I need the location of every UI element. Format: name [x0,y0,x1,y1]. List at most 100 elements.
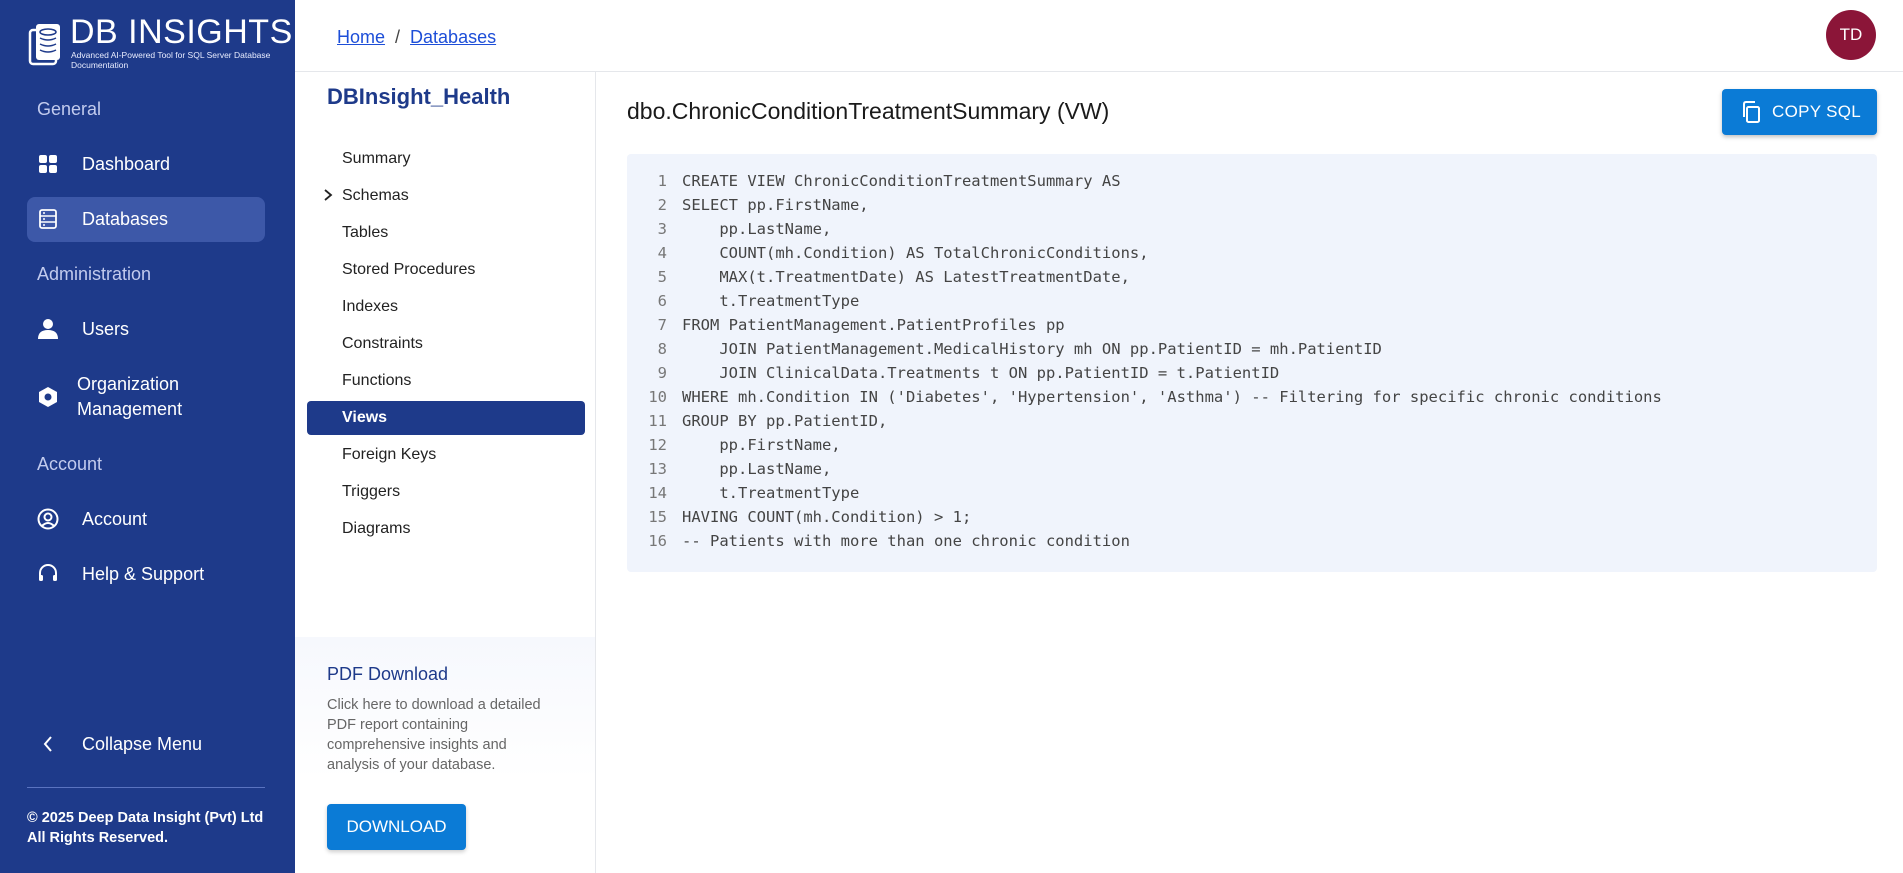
user-icon [37,318,59,340]
subnav-item-label: Views [342,409,388,426]
subnav-item-label: Tables [342,224,389,241]
subnav-item-triggers[interactable]: Triggers [307,475,585,509]
sql-code-block[interactable]: 1 CREATE VIEW ChronicConditionTreatmentSu… [627,154,1877,572]
brand-tagline: Advanced AI-Powered Tool for SQL Server … [71,50,271,70]
subnav-item-foreign-keys[interactable]: Foreign Keys [307,438,585,472]
line-number: 9 [657,364,667,382]
code-text: SELECT pp.FirstName, [682,196,869,214]
code-text: FROM PatientManagement.PatientProfiles p… [682,316,1065,334]
section-label-general: General [37,99,102,119]
code-line: 15 HAVING COUNT(mh.Condition) > 1; [627,505,1877,529]
app-logo[interactable]: DB INSIGHTS Advanced AI-Powered Tool for… [28,14,292,70]
code-line: 2 SELECT pp.FirstName, [627,193,1877,217]
line-number: 3 [657,220,667,238]
subnav-item-schemas[interactable]: Schemas [307,179,585,213]
code-line: 1 CREATE VIEW ChronicConditionTreatmentSu… [627,169,1877,193]
code-text: pp.LastName, [682,460,832,478]
code-line: 14 t.TreatmentType [627,481,1877,505]
copyright-line1: © 2025 Deep Data Insight (Pvt) Ltd [27,810,264,826]
subnav-item-tables[interactable]: Tables [307,216,585,250]
subnav-item-diagrams[interactable]: Diagrams [307,512,585,546]
copyright: © 2025 Deep Data Insight (Pvt) Ltd All R… [27,808,263,848]
line-number: 16 [648,532,667,550]
top-header: Home / Databases TD [295,0,1903,72]
code-text: t.TreatmentType [682,292,860,310]
pdf-download-description: Click here to download a detailed PDF re… [327,697,541,773]
section-label-account: Account [37,454,103,474]
subnav-item-stored-procedures[interactable]: Stored Procedures [307,253,585,287]
copyright-line2: All Rights Reserved. [27,830,169,846]
download-button[interactable]: DOWNLOAD [327,804,466,850]
subnav-item-label: Stored Procedures [342,261,476,278]
code-text: JOIN ClinicalData.Treatments t ON pp.Pat… [682,364,1280,382]
chevron-right-icon[interactable] [321,187,335,203]
sidebar-item-help-support[interactable]: Help & Support [27,552,265,597]
account-circle-icon [37,508,59,530]
line-number: 14 [648,484,667,502]
sidebar-item-label-line1: Organization [77,374,180,394]
subnav-item-indexes[interactable]: Indexes [307,290,585,324]
sidebar-item-label: Users [82,319,130,339]
subnav-item-label: Summary [342,150,411,167]
collapse-menu-button[interactable]: Collapse Menu [27,722,265,767]
line-number: 11 [648,412,667,430]
sidebar-item-users[interactable]: Users [27,307,265,352]
line-number: 7 [657,316,667,334]
code-line: 10 WHERE mh.Condition IN ('Diabetes', 'Hy… [627,385,1877,409]
sidebar-divider [27,787,265,788]
breadcrumb: Home / Databases [337,27,496,48]
sidebar-item-label: Databases [82,209,169,229]
subnav-item-constraints[interactable]: Constraints [307,327,585,361]
code-text: t.TreatmentType [682,484,860,502]
brand-name: DB INSIGHTS [70,13,293,51]
sidebar-item-dashboard[interactable]: Dashboard [27,142,265,187]
code-line: 13 pp.LastName, [627,457,1877,481]
subnav-item-label: Indexes [342,298,399,315]
code-text: MAX(t.TreatmentDate) AS LatestTreatmentD… [682,268,1130,286]
line-number: 15 [648,508,667,526]
line-number: 1 [657,172,667,190]
database-icon [37,208,59,230]
dashboard-icon [37,153,59,175]
line-number: 4 [657,244,667,262]
breadcrumb-databases-link[interactable]: Databases [410,27,496,47]
sidebar-item-label: Help & Support [82,564,205,584]
breadcrumb-home-link[interactable]: Home [337,27,385,47]
sidebar-item-databases[interactable]: Databases [27,197,265,242]
code-line: 12 pp.FirstName, [627,433,1877,457]
code-line: 11 GROUP BY pp.PatientID, [627,409,1877,433]
code-line: 5 MAX(t.TreatmentDate) AS LatestTreatmen… [627,265,1877,289]
line-number: 13 [648,460,667,478]
sidebar-item-label-line2: Management [77,399,183,419]
code-line: 3 pp.LastName, [627,217,1877,241]
headset-icon [37,563,59,585]
line-number: 8 [657,340,667,358]
code-text: CREATE VIEW ChronicConditionTreatmentSum… [682,172,1121,190]
code-text: JOIN PatientManagement.MedicalHistory mh… [682,340,1382,358]
sidebar-item-label: Collapse Menu [82,734,203,754]
view-title: dbo.ChronicConditionTreatmentSummary (VW… [627,98,1110,124]
code-line: 6 t.TreatmentType [627,289,1877,313]
subnav-item-summary[interactable]: Summary [307,142,585,176]
sidebar-item-label: Dashboard [82,154,171,174]
code-line: 8 JOIN PatientManagement.MedicalHistory … [627,337,1877,361]
section-label-administration: Administration [37,264,152,284]
main-sidebar: DB INSIGHTS Advanced AI-Powered Tool for… [0,0,295,873]
code-line: 7 FROM PatientManagement.PatientProfiles … [627,313,1877,337]
line-number: 10 [648,388,667,406]
subnav-item-views[interactable]: Views [307,401,585,435]
pdf-download-title: PDF Download [327,664,449,684]
code-line: 4 COUNT(mh.Condition) AS TotalChronicCon… [627,241,1877,265]
database-logo-icon [28,24,60,66]
copy-sql-button[interactable]: COPY SQL [1722,89,1877,135]
subnav-item-functions[interactable]: Functions [307,364,585,398]
user-avatar[interactable]: TD [1826,10,1876,60]
code-line: 16 -- Patients with more than one chronic… [627,529,1877,553]
sidebar-item-account[interactable]: Account [27,497,265,542]
chevron-left-icon [37,733,59,755]
subnav-item-label: Constraints [342,335,423,352]
code-line: 9 JOIN ClinicalData.Treatments t ON pp.P… [627,361,1877,385]
copy-sql-label: COPY SQL [1772,102,1862,121]
sidebar-item-organization-management[interactable]: Organization Management [27,372,265,422]
database-subnav: DBInsight_Health Summary Schemas Tables … [295,72,596,873]
